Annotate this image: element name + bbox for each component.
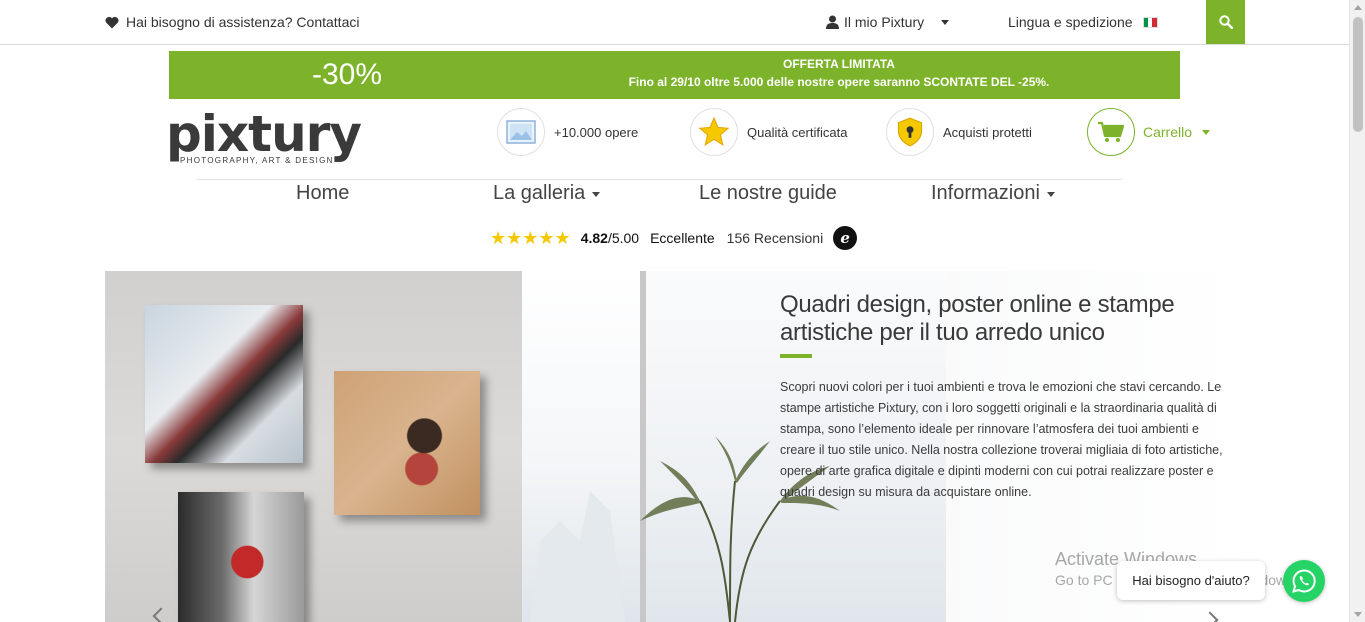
page-scrollbar[interactable] <box>1349 0 1365 622</box>
rating-score: 4.82/5.00 <box>581 230 639 246</box>
cart-icon <box>1087 108 1135 156</box>
cart-label: Carrello <box>1143 124 1193 140</box>
whatsapp-button[interactable] <box>1283 560 1325 602</box>
feature-artworks-label: +10.000 opere <box>554 124 639 140</box>
promo-banner[interactable]: -30% OFFERTA LIMITATA Fino al 29/10 oltr… <box>169 51 1180 99</box>
chat-help-label: Hai bisogno d'aiuto? <box>1132 573 1250 588</box>
language-selector[interactable]: Lingua e spedizione <box>1008 14 1158 30</box>
nav-home-label: Home <box>296 182 350 204</box>
account-menu[interactable]: Il mio Pixtury <box>826 14 950 30</box>
promo-discount: -30% <box>312 58 383 91</box>
feature-artworks: +10.000 opere <box>497 108 638 156</box>
whatsapp-icon <box>1292 569 1316 593</box>
artwork-abstract <box>145 305 303 463</box>
heart-icon <box>105 16 119 28</box>
reviews-rating[interactable]: ★★★★★ 4.82/5.00 Eccellente 156 Recension… <box>490 226 858 250</box>
nav-info[interactable]: Informazioni <box>931 182 1055 205</box>
scroll-up-icon[interactable] <box>1354 5 1362 10</box>
chevron-down-icon <box>941 19 950 25</box>
nav-guides[interactable]: Le nostre guide <box>699 182 837 205</box>
top-bar: Hai bisogno di assistenza? Contattaci Il… <box>0 0 1349 45</box>
scroll-down-icon[interactable] <box>1354 612 1362 617</box>
rating-max: /5.00 <box>607 230 640 246</box>
chevron-down-icon <box>592 192 601 197</box>
cart-button[interactable]: Carrello <box>1087 108 1211 156</box>
chevron-down-icon <box>1046 192 1055 197</box>
account-label: Il mio Pixtury <box>844 14 925 30</box>
page: Hai bisogno di assistenza? Contattaci Il… <box>0 0 1365 622</box>
logo-tagline: PHOTOGRAPHY, ART & DESIGN <box>180 156 334 165</box>
hero-accent-bar <box>780 354 812 358</box>
scroll-thumb[interactable] <box>1353 17 1363 132</box>
nav-gallery[interactable]: La galleria <box>493 182 601 205</box>
nav-home[interactable]: Home <box>296 182 349 205</box>
picture-icon <box>497 108 545 156</box>
nav-guides-label: Le nostre guide <box>699 182 837 204</box>
feature-secure: Acquisti protetti <box>886 108 1032 156</box>
site-logo[interactable]: pixtury PHOTOGRAPHY, ART & DESIGN <box>166 105 362 170</box>
header-divider <box>197 179 1122 180</box>
feature-secure-label: Acquisti protetti <box>943 124 1032 140</box>
rating-verdict: Eccellente <box>650 230 715 246</box>
artwork-red-lips <box>178 492 304 622</box>
help-link[interactable]: Hai bisogno di assistenza? Contattaci <box>105 14 359 30</box>
hero-title: Quadri design, poster online e stampe ar… <box>780 291 1175 346</box>
star-icon <box>690 108 738 156</box>
search-icon <box>1218 15 1233 29</box>
rating-value: 4.82 <box>580 230 608 246</box>
nav-info-label: Informazioni <box>931 182 1040 204</box>
search-button[interactable] <box>1206 0 1245 44</box>
language-label: Lingua e spedizione <box>1008 14 1133 30</box>
chevron-down-icon <box>1202 129 1211 135</box>
rating-reviews-count: 156 Recensioni <box>726 230 824 246</box>
shield-lock-icon <box>886 108 934 156</box>
promo-subtitle: Fino al 29/10 oltre 5.000 delle nostre o… <box>628 75 1050 89</box>
help-text: Hai bisogno di assistenza? Contattaci <box>126 14 360 30</box>
logo-wordmark: pixtury <box>166 105 362 163</box>
chat-help-bubble[interactable]: Hai bisogno d'aiuto? <box>1117 561 1265 600</box>
artwork-woman-smoking <box>334 371 480 515</box>
ekomi-badge-icon[interactable]: e <box>833 226 858 250</box>
feature-quality: Qualità certificata <box>690 108 847 156</box>
promo-title: OFFERTA LIMITATA <box>783 57 895 71</box>
feature-quality-label: Qualità certificata <box>747 124 848 140</box>
user-icon <box>826 15 839 29</box>
hero-description: Scopri nuovi colori per i tuoi ambienti … <box>780 380 1223 499</box>
rating-stars: ★★★★★ <box>490 227 571 248</box>
nav-gallery-label: La galleria <box>493 182 586 204</box>
italy-flag-icon <box>1142 16 1158 28</box>
